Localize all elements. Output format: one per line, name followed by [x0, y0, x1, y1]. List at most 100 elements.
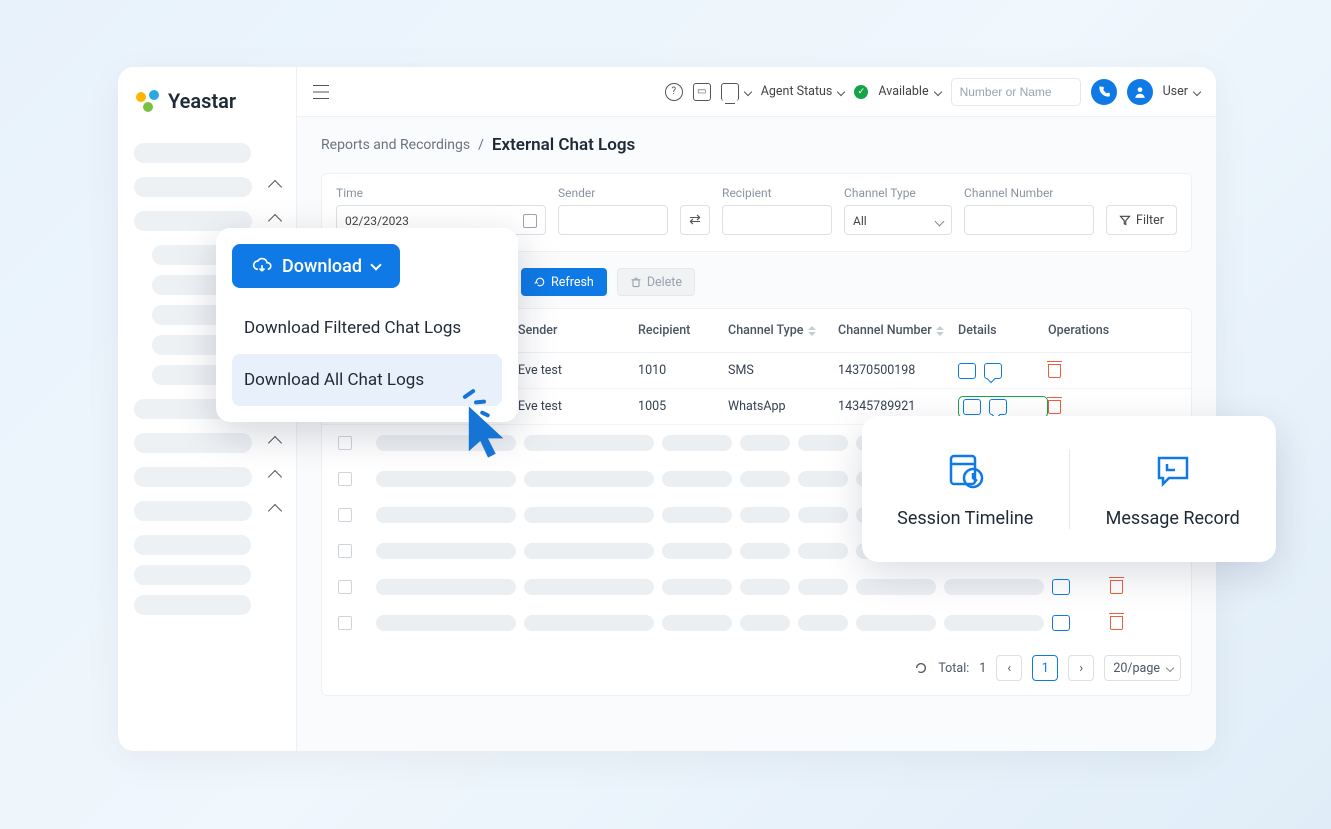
nav-skeleton-row[interactable] [134, 467, 280, 487]
nav-skeleton-row[interactable] [134, 177, 280, 197]
filter-sender-label: Sender [558, 186, 668, 200]
nav-skeleton [134, 535, 251, 555]
row-delete-button[interactable] [1110, 580, 1123, 594]
col-operations: Operations [1048, 323, 1138, 338]
col-channel-number[interactable]: Channel Number [838, 323, 958, 338]
user-label[interactable]: User [1163, 84, 1188, 99]
session-timeline-label: Session Timeline [897, 508, 1033, 529]
filter-button[interactable]: Filter [1106, 205, 1177, 235]
screen-icon[interactable] [721, 83, 739, 101]
session-timeline-card: Session Timeline [862, 450, 1069, 529]
row-delete-button[interactable] [1048, 400, 1061, 414]
search-input[interactable] [951, 78, 1081, 106]
cell-sender: Eve test [518, 399, 638, 414]
refresh-icon [534, 276, 546, 288]
cell-sender: Eve test [518, 363, 638, 378]
details-highlight [958, 396, 1048, 418]
message-record-label: Message Record [1106, 508, 1240, 529]
cell-recipient: 1005 [638, 399, 728, 414]
message-record-card: Message Record [1070, 450, 1277, 529]
nav-skeleton-row[interactable] [134, 433, 280, 453]
table-row-skeleton [322, 605, 1191, 641]
page-size-select[interactable]: 20/page [1104, 655, 1181, 681]
next-page-button[interactable]: › [1068, 655, 1094, 681]
cell-channel-number: 14345789921 [838, 399, 958, 414]
chevron-up-icon [268, 470, 282, 484]
swap-icon[interactable]: ⇄ [680, 205, 710, 235]
filter-recipient-input[interactable] [722, 205, 832, 235]
download-all-option[interactable]: Download All Chat Logs [232, 354, 502, 406]
cell-channel-type: SMS [728, 363, 838, 378]
row-delete-button[interactable] [1110, 616, 1123, 630]
session-timeline-icon[interactable] [958, 363, 976, 379]
chevron-up-icon [268, 504, 282, 518]
download-menu: Download Filtered Chat Logs Download All… [232, 302, 502, 406]
filter-sender-input[interactable] [558, 205, 668, 235]
total-value: 1 [979, 661, 986, 676]
message-record-icon [1153, 450, 1193, 494]
table-row-skeleton [322, 569, 1191, 605]
total-label: Total: [938, 661, 969, 676]
nav-skeleton [134, 595, 251, 615]
filter-channel-number-label: Channel Number [964, 186, 1094, 200]
filter-icon [1119, 214, 1131, 226]
filter-time-label: Time [336, 186, 546, 200]
chevron-down-icon [837, 87, 845, 95]
help-icon[interactable]: ? [665, 83, 683, 101]
details-callout: Session Timeline Message Record [862, 416, 1276, 562]
brand-name: Yeastar [168, 89, 236, 113]
session-timeline-icon[interactable] [963, 399, 981, 415]
nav-skeleton-row[interactable] [134, 501, 280, 521]
filter-channel-type-select[interactable]: All [844, 205, 952, 235]
nav-skeleton [134, 143, 251, 163]
delete-button[interactable]: Delete [617, 268, 695, 296]
chevron-down-icon [933, 87, 941, 95]
session-timeline-icon [945, 450, 985, 494]
sort-icon [808, 326, 816, 336]
chevron-up-icon [268, 214, 282, 228]
sidebar-collapse-icon[interactable] [313, 85, 329, 99]
cell-recipient: 1010 [638, 363, 728, 378]
user-avatar-button[interactable] [1127, 79, 1153, 105]
nav-skeleton [134, 565, 251, 585]
pagination: Total: 1 ‹ 1 › 20/page [322, 641, 1191, 695]
message-record-icon[interactable] [989, 399, 1007, 415]
col-sender: Sender [518, 323, 638, 338]
message-record-icon[interactable] [984, 363, 1002, 379]
session-timeline-icon[interactable] [1052, 579, 1070, 595]
col-details: Details [958, 323, 1048, 338]
cursor-icon [462, 400, 514, 468]
breadcrumb-parent[interactable]: Reports and Recordings [321, 137, 470, 153]
cell-channel-number: 14370500198 [838, 363, 958, 378]
trash-icon [630, 276, 642, 288]
cloud-download-icon [252, 256, 272, 276]
prev-page-button[interactable]: ‹ [996, 655, 1022, 681]
action-row: Refresh Delete [521, 268, 1192, 296]
refresh-button[interactable]: Refresh [521, 268, 607, 296]
topbar: ? ▭ Agent Status Available User [297, 67, 1216, 117]
chevron-down-icon [744, 87, 752, 95]
sort-icon [936, 326, 944, 336]
col-recipient: Recipient [638, 323, 728, 338]
filter-channel-number-input[interactable] [964, 205, 1094, 235]
available-status-icon [854, 85, 868, 99]
chevron-up-icon [268, 180, 282, 194]
brand-logo: Yeastar [134, 87, 280, 115]
breadcrumb: Reports and Recordings / External Chat L… [321, 135, 1192, 155]
filter-channel-type-label: Channel Type [844, 186, 952, 200]
reload-icon[interactable] [914, 661, 928, 675]
available-label[interactable]: Available [878, 84, 928, 99]
chevron-down-icon [370, 259, 381, 270]
cell-channel-type: WhatsApp [728, 399, 838, 414]
voicemail-icon[interactable]: ▭ [693, 83, 711, 101]
call-button[interactable] [1091, 79, 1117, 105]
agent-status-label[interactable]: Agent Status [761, 84, 833, 99]
filter-recipient-label: Recipient [722, 186, 832, 200]
download-filtered-option[interactable]: Download Filtered Chat Logs [232, 302, 502, 354]
col-channel-type[interactable]: Channel Type [728, 323, 838, 338]
logo-mark-icon [134, 87, 162, 115]
row-delete-button[interactable] [1048, 364, 1061, 378]
session-timeline-icon[interactable] [1052, 615, 1070, 631]
download-button[interactable]: Download [232, 244, 400, 288]
page-number[interactable]: 1 [1032, 655, 1058, 681]
